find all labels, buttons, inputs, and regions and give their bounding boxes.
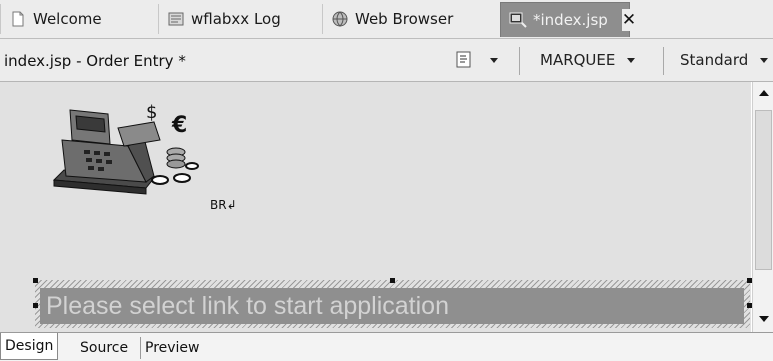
- scroll-up-button[interactable]: [755, 84, 772, 101]
- tab-welcome[interactable]: Welcome: [0, 4, 151, 34]
- tab-wflabxx-log[interactable]: wflabxx Log: [158, 4, 321, 34]
- log-icon: [168, 12, 184, 26]
- tab-label: Welcome: [33, 10, 102, 28]
- tab-label: wflabxx Log: [191, 10, 281, 28]
- paragraph-style-button[interactable]: [456, 49, 472, 71]
- arrow-up-icon: [758, 89, 769, 96]
- line-break-icon: ↲: [226, 198, 237, 212]
- tab-preview[interactable]: Preview: [140, 337, 204, 359]
- vertical-scrollbar[interactable]: [752, 82, 773, 332]
- page-title: index.jsp - Order Entry *: [4, 52, 186, 70]
- chevron-down-icon: [627, 57, 636, 63]
- paragraph-style-dropdown[interactable]: [490, 49, 498, 71]
- tab-design[interactable]: Design: [0, 333, 59, 360]
- style-combo[interactable]: Standard: [680, 51, 769, 69]
- jsp-file-icon: [509, 12, 527, 28]
- page-toolbar: index.jsp - Order Entry * MARQUEE Standa…: [0, 39, 773, 82]
- br-label: BR: [210, 198, 227, 212]
- page-view-tabs: Design Source Preview: [0, 332, 773, 361]
- toolbar-divider: [663, 47, 664, 75]
- tab-label: Source: [80, 340, 129, 356]
- tab-index-jsp[interactable]: *index.jsp ✕: [500, 2, 637, 37]
- tab-source[interactable]: Source: [76, 337, 132, 359]
- svg-text:€: €: [171, 113, 187, 138]
- marquee-element[interactable]: Please select link to start application: [40, 288, 744, 324]
- svg-text:$: $: [146, 102, 157, 123]
- close-tab-icon[interactable]: ✕: [621, 9, 637, 31]
- chevron-down-icon: [490, 57, 498, 63]
- tab-label: *index.jsp: [533, 11, 608, 29]
- br-tag-marker: BR↲: [210, 198, 237, 212]
- tab-label: Design: [5, 338, 54, 354]
- tab-label: Web Browser: [355, 10, 454, 28]
- marquee-combo-value: MARQUEE: [540, 51, 616, 69]
- cash-register-image: $ €: [52, 102, 199, 195]
- chevron-down-icon: [760, 57, 769, 63]
- editor-tab-bar: Welcome wflabxx Log Web Browser *index.j…: [0, 0, 773, 39]
- tab-web-browser[interactable]: Web Browser: [322, 4, 493, 34]
- resize-handle[interactable]: [390, 278, 395, 283]
- browser-icon: [332, 11, 348, 27]
- tab-label: Preview: [145, 340, 200, 356]
- toolbar-divider: [519, 47, 520, 75]
- marquee-combo[interactable]: MARQUEE: [540, 51, 636, 69]
- scroll-down-button[interactable]: [755, 310, 772, 327]
- resize-handle[interactable]: [33, 303, 38, 308]
- arrow-down-icon: [758, 315, 769, 322]
- style-combo-value: Standard: [680, 51, 749, 69]
- scrollbar-thumb[interactable]: [755, 110, 772, 270]
- page-icon: [12, 11, 24, 27]
- marquee-text: Please select link to start application: [46, 291, 449, 320]
- document-icon: [456, 51, 471, 68]
- resize-handle[interactable]: [33, 278, 38, 283]
